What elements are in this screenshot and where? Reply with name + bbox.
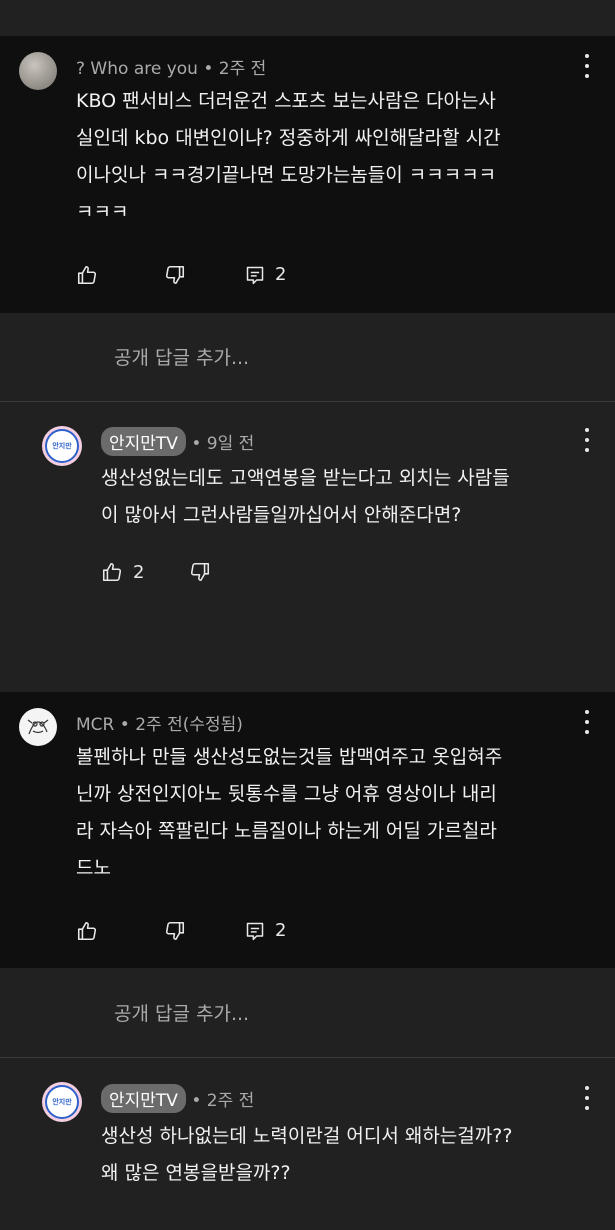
replies-button[interactable]: 2 bbox=[245, 920, 286, 941]
reply-meta: 안지만TV • 2주 전 bbox=[101, 1084, 254, 1113]
separator-dot: • bbox=[119, 715, 136, 735]
more-vertical-icon[interactable] bbox=[577, 54, 597, 78]
like-count: 2 bbox=[133, 561, 145, 583]
reply-line: 생산성 하나없는데 노력이란걸 어디서 왜하는걸까?? bbox=[101, 1125, 513, 1147]
avatar[interactable] bbox=[19, 708, 57, 746]
add-reply-field[interactable]: 공개 답글 추가... bbox=[0, 969, 615, 1058]
comment-author[interactable]: ? Who are you bbox=[76, 59, 198, 79]
previous-content-strip bbox=[0, 0, 615, 36]
comment-line: 실인데 kbo 대변인이냐? 정중하게 싸인해달라할 시간 bbox=[76, 127, 501, 149]
comment-author[interactable]: MCR bbox=[76, 715, 114, 735]
thumbs-up-icon bbox=[76, 264, 98, 286]
reply-timestamp[interactable]: 2주 전 bbox=[207, 1091, 255, 1111]
separator-dot: • bbox=[203, 59, 219, 79]
more-vertical-icon[interactable] bbox=[577, 710, 597, 734]
avatar[interactable] bbox=[19, 52, 57, 90]
replies-button[interactable]: 2 bbox=[245, 264, 286, 285]
add-reply-placeholder: 공개 답글 추가... bbox=[114, 347, 250, 369]
comment-line: 드노 bbox=[76, 857, 111, 879]
thumbs-up-icon bbox=[76, 920, 98, 942]
dislike-button[interactable] bbox=[164, 920, 186, 942]
reply-text: 생산성없는데도 고액연봉을 받는다고 외치는 사람들 이 많아서 그런사람들일까… bbox=[101, 460, 510, 534]
like-button[interactable] bbox=[76, 264, 98, 286]
reply-text: 생산성 하나없는데 노력이란걸 어디서 왜하는걸까?? 왜 많은 연봉을받을까?… bbox=[101, 1118, 512, 1192]
like-button[interactable]: 2 bbox=[101, 561, 144, 583]
reply-meta: 안지만TV • 9일 전 bbox=[101, 427, 254, 456]
comment-thread: ? Who are you • 2주 전 KBO 팬서비스 더러운건 스포츠 보… bbox=[0, 36, 615, 313]
comment-line: 닌까 상전인지아노 뒷통수를 그냥 어휴 영상이나 내리 bbox=[76, 783, 497, 805]
reply-timestamp[interactable]: 9일 전 bbox=[207, 434, 255, 454]
comment-text: 볼펜하나 만들 생산성도없는것들 밥맥여주고 옷입혀주 닌까 상전인지아노 뒷통… bbox=[76, 739, 502, 887]
comment-icon bbox=[245, 265, 265, 285]
reply-count: 2 bbox=[275, 920, 287, 941]
comment-icon bbox=[245, 921, 265, 941]
comment-meta: ? Who are you • 2주 전 bbox=[76, 54, 266, 79]
comment-line: KBO 팬서비스 더러운건 스포츠 보는사람은 다아는사 bbox=[76, 90, 496, 112]
comment-line: 볼펜하나 만들 생산성도없는것들 밥맥여주고 옷입혀주 bbox=[76, 746, 503, 768]
dislike-button[interactable] bbox=[189, 561, 211, 583]
comment-meta: MCR • 2주 전(수정됨) bbox=[76, 710, 243, 735]
comment-timestamp[interactable]: 2주 전 bbox=[219, 59, 267, 79]
comment-line: ㅋㅋㅋ bbox=[76, 201, 129, 223]
reply: 안지만 안지만TV • 2주 전 생산성 하나없는데 노력이란걸 어디서 왜하는… bbox=[0, 1058, 615, 1230]
separator-dot: • bbox=[191, 1091, 207, 1111]
reply-count: 2 bbox=[275, 264, 287, 285]
thumbs-up-icon bbox=[101, 561, 123, 583]
avatar-badge-text: 안지만 bbox=[52, 1098, 72, 1106]
more-vertical-icon[interactable] bbox=[577, 428, 597, 452]
comment-line: 라 자슥아 쪽팔린다 노름질이나 하는게 어딜 가르칠라 bbox=[76, 820, 497, 842]
thumbs-down-icon bbox=[189, 561, 211, 583]
add-reply-field[interactable]: 공개 답글 추가... bbox=[0, 313, 615, 402]
like-button[interactable] bbox=[76, 920, 98, 942]
reply-line: 생산성없는데도 고액연봉을 받는다고 외치는 사람들 bbox=[101, 467, 510, 489]
comment-thread: MCR • 2주 전(수정됨) 볼펜하나 만들 생산성도없는것들 밥맥여주고 옷… bbox=[0, 692, 615, 968]
comment-timestamp[interactable]: 2주 전(수정됨) bbox=[135, 715, 243, 735]
creator-chip[interactable]: 안지만TV bbox=[101, 1084, 186, 1113]
avatar[interactable]: 안지만 bbox=[42, 1082, 82, 1122]
comment-text: KBO 팬서비스 더러운건 스포츠 보는사람은 다아는사 실인데 kbo 대변인… bbox=[76, 83, 501, 231]
avatar-badge-text: 안지만 bbox=[52, 442, 72, 450]
creator-chip[interactable]: 안지만TV bbox=[101, 427, 186, 456]
comment-line: 이나잇나 ㅋㅋ경기끝나면 도망가는놈들이 ㅋㅋㅋㅋㅋ bbox=[76, 164, 497, 186]
reply: 안지만 안지만TV • 9일 전 생산성없는데도 고액연봉을 받는다고 외치는 … bbox=[0, 402, 615, 692]
thumbs-down-icon bbox=[164, 264, 186, 286]
reply-line: 왜 많은 연봉을받을까?? bbox=[101, 1162, 291, 1184]
reply-line: 이 많아서 그런사람들일까십어서 안해준다면? bbox=[101, 504, 462, 526]
dislike-button[interactable] bbox=[164, 264, 186, 286]
thumbs-down-icon bbox=[164, 920, 186, 942]
separator-dot: • bbox=[191, 434, 207, 454]
more-vertical-icon[interactable] bbox=[577, 1086, 597, 1110]
avatar[interactable]: 안지만 bbox=[42, 426, 82, 466]
add-reply-placeholder: 공개 답글 추가... bbox=[114, 1003, 250, 1025]
